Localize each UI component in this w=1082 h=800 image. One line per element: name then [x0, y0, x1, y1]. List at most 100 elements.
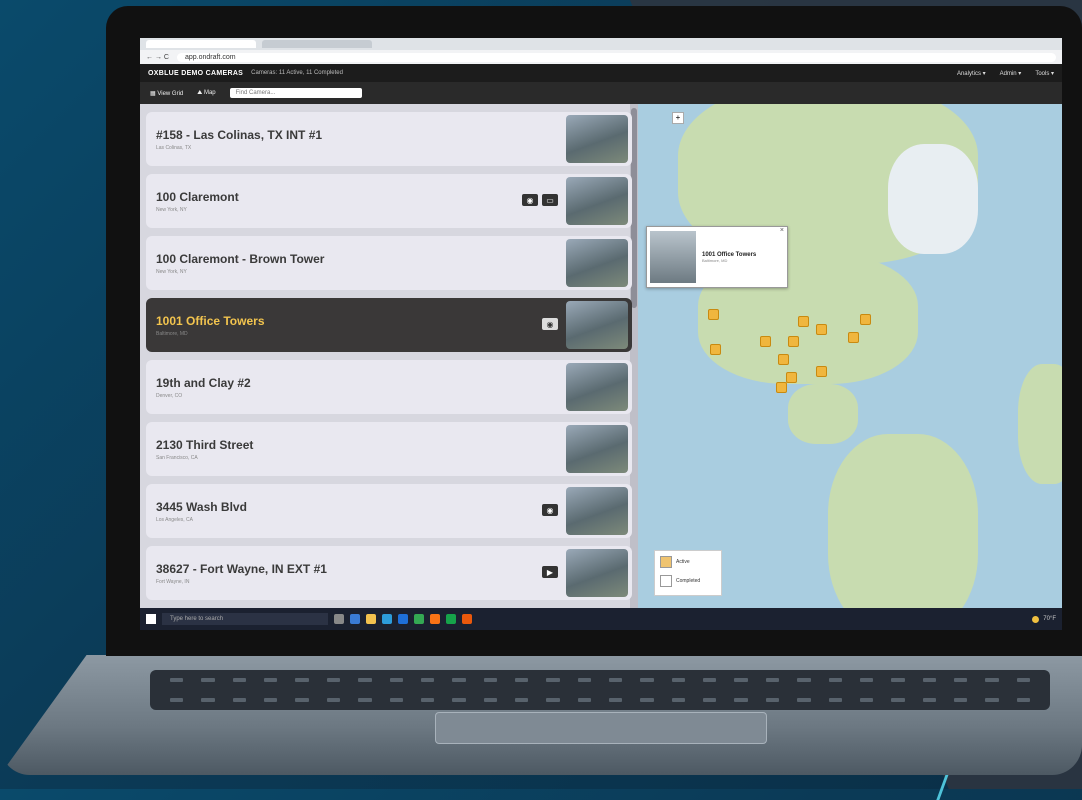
cortana-icon[interactable] — [334, 614, 344, 624]
keyboard-key — [797, 678, 811, 682]
map-panel[interactable]: + 1001 Office Towers Baltimore, MD × Act… — [638, 104, 1062, 608]
keyboard-key — [577, 678, 592, 682]
header-menu: Analytics ▾ Admin ▾ Tools ▾ — [957, 70, 1054, 77]
menu-admin[interactable]: Admin ▾ — [1000, 70, 1022, 77]
keyboard-key — [514, 678, 529, 682]
keyboard-key — [765, 678, 780, 682]
camera-list: #158 - Las Colinas, TX INT #1 Las Colinas… — [140, 104, 638, 608]
camera-thumbnail[interactable] — [566, 487, 628, 535]
legend-active: Active — [676, 559, 690, 565]
keyboard-key — [734, 678, 748, 682]
map-camera-pin[interactable] — [816, 366, 827, 377]
map-camera-pin[interactable] — [710, 344, 721, 355]
system-tray: 70°F — [1032, 615, 1056, 623]
camera-thumbnail[interactable] — [566, 363, 628, 411]
menu-tools[interactable]: Tools ▾ — [1035, 70, 1054, 77]
camera-thumbnail[interactable] — [566, 425, 628, 473]
view-toolbar: ▦ View Grid ⛰ Map Find Camera... — [140, 82, 1062, 104]
camera-list-item[interactable]: 100 Claremont - Brown Tower New York, NY — [146, 236, 632, 290]
camera-name: 2130 Third Street — [156, 437, 254, 452]
keyboard-key — [859, 678, 874, 682]
camera-thumbnail[interactable] — [566, 301, 628, 349]
keyboard-key — [483, 678, 497, 682]
camera-icon[interactable]: ◉ — [522, 194, 538, 206]
map-camera-pin[interactable] — [816, 324, 827, 335]
camera-icon[interactable]: ◉ — [542, 318, 558, 330]
excel-icon[interactable] — [446, 614, 456, 624]
keyboard-key — [264, 698, 278, 702]
office-icon[interactable] — [462, 614, 472, 624]
edge-icon[interactable] — [350, 614, 360, 624]
keyboard-key — [640, 698, 654, 702]
map-camera-pin[interactable] — [786, 372, 797, 383]
windows-taskbar: Type here to search 70°F — [140, 608, 1062, 630]
browser-tab[interactable] — [146, 40, 256, 48]
map-camera-pin[interactable] — [708, 309, 719, 320]
browser-tab[interactable] — [262, 40, 372, 48]
keyboard-key — [922, 678, 936, 682]
map-view-button[interactable]: ⛰ Map — [197, 90, 215, 97]
keyboard-key — [609, 698, 623, 702]
panorama-icon[interactable]: ▭ — [542, 194, 558, 206]
camera-location: Denver, CO — [156, 392, 183, 399]
laptop-trackpad — [435, 712, 767, 744]
folder-icon[interactable] — [366, 614, 376, 624]
nav-controls[interactable]: ← → C — [146, 54, 169, 61]
menu-analytics[interactable]: Analytics ▾ — [957, 70, 986, 77]
camera-thumbnail[interactable] — [566, 177, 628, 225]
camera-list-item[interactable]: 19th and Clay #2 Denver, CO — [146, 360, 632, 414]
keyboard-key — [703, 678, 717, 682]
chrome-icon[interactable] — [414, 614, 424, 624]
taskbar-search[interactable]: Type here to search — [162, 613, 328, 625]
legend-completed-swatch — [660, 575, 672, 587]
map-camera-pin[interactable] — [778, 354, 789, 365]
map-camera-pin[interactable] — [860, 314, 871, 325]
camera-count: Cameras: 11 Active, 11 Completed — [251, 70, 343, 76]
keyboard-key — [577, 698, 592, 702]
camera-list-item[interactable]: 2130 Third Street San Francisco, CA — [146, 422, 632, 476]
map-zoom-button[interactable]: + — [672, 112, 684, 124]
video-icon[interactable]: ▶ — [542, 566, 558, 578]
weather-temp: 70°F — [1043, 616, 1056, 622]
mail-icon[interactable] — [398, 614, 408, 624]
main-content: #158 - Las Colinas, TX INT #1 Las Colinas… — [140, 104, 1062, 608]
map-popup[interactable]: 1001 Office Towers Baltimore, MD × — [646, 226, 788, 288]
land-central-america — [788, 384, 858, 444]
camera-list-item[interactable]: 1001 Office Towers Baltimore, MD ◉ — [146, 298, 632, 352]
camera-name: 1001 Office Towers — [156, 313, 265, 328]
windows-start-icon[interactable] — [146, 614, 156, 624]
map-camera-pin[interactable] — [776, 382, 787, 393]
keyboard-key — [420, 678, 435, 682]
store-icon[interactable] — [382, 614, 392, 624]
camera-name: 100 Claremont — [156, 189, 239, 204]
map-camera-pin[interactable] — [788, 336, 799, 347]
camera-list-item[interactable]: 3445 Wash Blvd Los Angeles, CA ◉ — [146, 484, 632, 538]
camera-list-item[interactable]: 38627 - Fort Wayne, IN EXT #1 Fort Wayne,… — [146, 546, 632, 600]
map-camera-pin[interactable] — [848, 332, 859, 343]
map-camera-pin[interactable] — [798, 316, 809, 327]
camera-search-input[interactable]: Find Camera... — [229, 88, 362, 98]
keyboard-key — [734, 698, 748, 702]
map-camera-pin[interactable] — [760, 336, 771, 347]
grid-view-button[interactable]: ▦ View Grid — [150, 90, 183, 97]
keyboard-key — [452, 698, 466, 702]
url-field[interactable]: app.ondraft.com — [176, 52, 1056, 62]
address-bar-row: ← → C app.ondraft.com — [140, 50, 1062, 64]
keyboard-key — [295, 678, 309, 682]
popup-subtitle: Baltimore, MD — [702, 257, 728, 263]
keyboard-key — [828, 678, 842, 682]
keyboard-key — [452, 678, 466, 682]
camera-list-item[interactable]: #158 - Las Colinas, TX INT #1 Las Colinas… — [146, 112, 632, 166]
app-icon[interactable] — [430, 614, 440, 624]
keyboard-key — [985, 678, 999, 682]
camera-thumbnail[interactable] — [566, 549, 628, 597]
camera-list-item[interactable]: 100 Claremont New York, NY ◉ ▭ — [146, 174, 632, 228]
close-icon[interactable]: × — [780, 227, 784, 234]
camera-thumbnail[interactable] — [566, 115, 628, 163]
screen: ← → C app.ondraft.com OXBLUE DEMO CAMERA… — [140, 38, 1062, 630]
laptop-keyboard — [150, 670, 1050, 710]
camera-icon[interactable]: ◉ — [542, 504, 558, 516]
camera-thumbnail[interactable] — [566, 239, 628, 287]
keyboard-key — [546, 678, 560, 682]
keyboard-key — [953, 698, 968, 702]
